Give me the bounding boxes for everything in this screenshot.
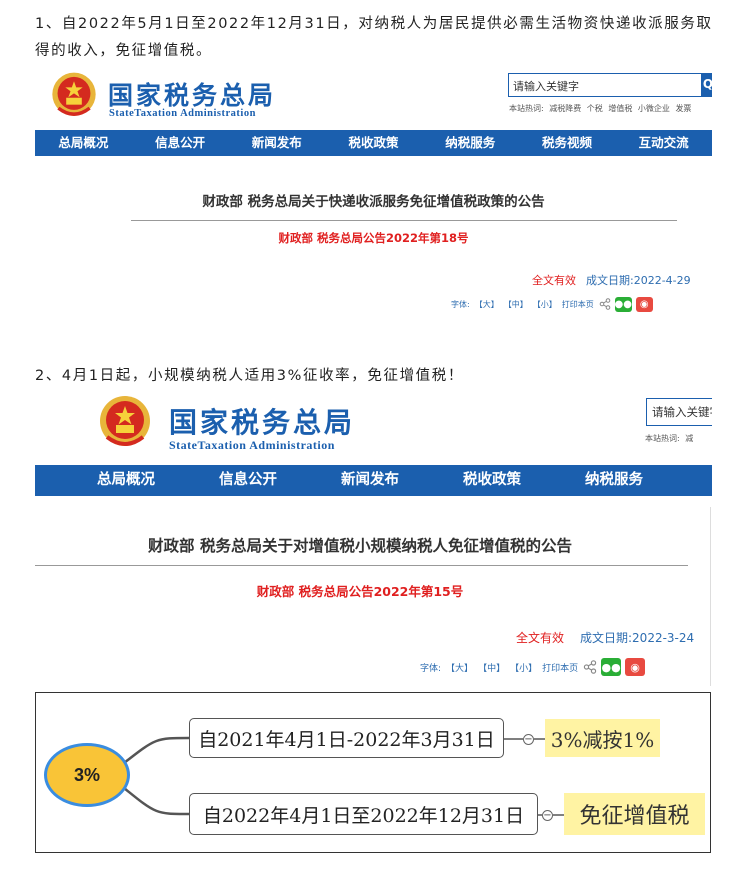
hot-words: 本站热词: 减 [645, 433, 696, 444]
brand-name-en: StateTaxation Administration [109, 108, 256, 119]
weibo-share-icon[interactable]: ◉ [635, 296, 653, 312]
hot-word-link[interactable]: 发票 [675, 104, 691, 113]
nav-item-policy[interactable]: 税收政策 [325, 130, 422, 156]
issue-date: 成文日期:2022-3-24 [580, 631, 695, 645]
font-small-link[interactable]: 【小】 [533, 299, 557, 310]
tax-site-screenshot-2: 国家税务总局 StateTaxation Administration 请输入关… [35, 387, 712, 686]
article-tools: 字体: 【大】 【中】 【小】 打印本页 ●● ◉ [451, 296, 653, 312]
mindmap-period-node: 自2021年4月1日-2022年3月31日 [189, 718, 504, 758]
tax-site-screenshot-1: 国家税务总局 StateTaxation Administration 请输入关… [35, 64, 712, 326]
wechat-share-icon[interactable]: ●● [601, 658, 622, 676]
nav-item-news[interactable]: 新闻发布 [228, 130, 325, 156]
nav-item-disclosure[interactable]: 信息公开 [132, 130, 229, 156]
hot-words-label: 本站热词: [509, 104, 544, 113]
font-size-label: 字体: [451, 299, 470, 309]
title-divider [35, 565, 688, 566]
mindmap-period-node: 自2022年4月1日至2022年12月31日 [189, 793, 538, 835]
hot-word-link[interactable]: 小微企业 [638, 104, 670, 113]
nav-item-video[interactable]: 税务视频 [519, 130, 616, 156]
validity-status: 全文有效 [516, 631, 565, 645]
font-medium-link[interactable]: 【中】 [478, 661, 505, 674]
weibo-share-icon[interactable]: ◉ [625, 658, 646, 676]
notice-title: 财政部 税务总局关于对增值税小规模纳税人免征增值税的公告 [148, 537, 572, 555]
hot-words-label: 本站热词: [645, 434, 680, 443]
mindmap-diagram: 3% 自2021年4月1日-2022年3月31日 − 3%减按1% 自2022年… [35, 692, 711, 853]
nav-item-service[interactable]: 纳税服务 [422, 130, 519, 156]
paragraph-2: 2、4月1日起，小规模纳税人适用3%征收率，免征增值税！ [35, 368, 464, 384]
mindmap-root: 3% [44, 743, 130, 807]
hot-word-link[interactable]: 个税 [587, 104, 603, 113]
article-tools: 字体: 【大】 【中】 【小】 打印本页 ●● ◉ [420, 657, 646, 677]
document-number: 财政部 税务总局公告2022年第15号 [256, 584, 464, 599]
paragraph-1: 1、自2022年5月1日至2022年12月31日，对纳税人为居民提供必需生活物资… [35, 16, 713, 59]
main-nav: 总局概况 信息公开 新闻发布 税收政策 纳税服务 税务视频 互动交流 [35, 130, 712, 156]
nav-item-service[interactable]: 纳税服务 [553, 465, 675, 496]
hot-word-link[interactable]: 减 [685, 434, 693, 443]
nav-item-overview[interactable]: 总局概况 [65, 465, 187, 496]
hot-word-link[interactable]: 减税降费 [549, 104, 581, 113]
font-large-link[interactable]: 【大】 [446, 661, 473, 674]
nav-item-overview[interactable]: 总局概况 [35, 130, 132, 156]
font-large-link[interactable]: 【大】 [475, 299, 499, 310]
font-medium-link[interactable]: 【中】 [504, 299, 528, 310]
wechat-share-icon[interactable]: ●● [614, 296, 632, 312]
font-size-label: 字体: [420, 663, 442, 674]
validity-status: 全文有效 [532, 274, 576, 287]
brand-name-cn: 国家税务总局 [169, 406, 356, 439]
national-emblem-icon [52, 72, 96, 116]
print-link[interactable]: 打印本页 [542, 661, 578, 674]
collapse-icon[interactable]: − [542, 810, 553, 821]
title-divider [131, 220, 677, 221]
share-icon[interactable] [583, 660, 597, 674]
notice-title: 财政部 税务总局关于快递收派服务免征增值税政策的公告 [202, 194, 545, 210]
search-button[interactable]: Q [701, 73, 712, 97]
hot-word-link[interactable]: 增值税 [608, 104, 632, 113]
national-emblem-icon [100, 396, 150, 446]
mindmap-policy-node: 免征增值税 [564, 793, 705, 835]
nav-item-interaction[interactable]: 互动交流 [615, 130, 712, 156]
nav-item-policy[interactable]: 税收政策 [431, 465, 553, 496]
hot-words: 本站热词: 减税降费 个税 增值税 小微企业 发票 [509, 103, 694, 114]
search-input[interactable]: 请输入关键字 [508, 73, 705, 97]
share-icon[interactable] [599, 298, 611, 310]
issue-date: 成文日期:2022-4-29 [586, 274, 691, 287]
page-edge-divider [710, 507, 711, 686]
nav-item-disclosure[interactable]: 信息公开 [187, 465, 309, 496]
print-link[interactable]: 打印本页 [562, 299, 594, 310]
nav-item-news[interactable]: 新闻发布 [309, 465, 431, 496]
document-number: 财政部 税务总局公告2022年第18号 [278, 231, 469, 245]
main-nav: 总局概况 信息公开 新闻发布 税收政策 纳税服务 [35, 465, 712, 496]
brand-name-en: StateTaxation Administration [169, 438, 335, 452]
collapse-icon[interactable]: − [523, 734, 534, 745]
search-input[interactable]: 请输入关键字 [646, 398, 712, 426]
mindmap-policy-node: 3%减按1% [545, 719, 660, 757]
font-small-link[interactable]: 【小】 [510, 661, 537, 674]
brand-name-cn: 国家税务总局 [108, 81, 277, 110]
